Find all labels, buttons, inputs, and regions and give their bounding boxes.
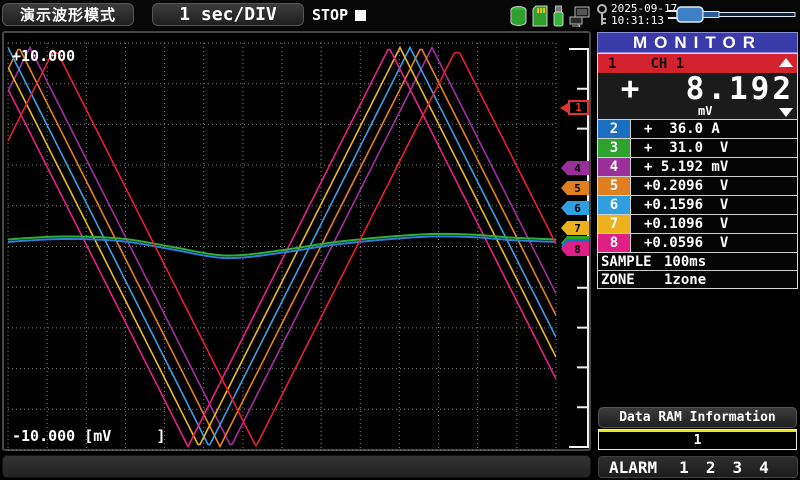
alarm-indicator-2: 2 — [706, 458, 716, 477]
channel-value: +0.0596 V — [631, 234, 797, 252]
record-status-label: STOP — [312, 6, 348, 24]
sample-label: SAMPLE — [601, 254, 652, 270]
channel-row-4[interactable]: 4+ 5.192 mV — [598, 157, 797, 176]
stop-square-icon — [355, 10, 366, 21]
sd-card-icon — [532, 5, 548, 27]
channel-number-badge: 2 — [598, 120, 631, 138]
timebase-label: 1 sec/DIV — [179, 4, 277, 25]
sample-value: 100ms — [664, 254, 706, 270]
selected-channel-number: 1 — [608, 56, 616, 72]
channel-value: +0.2096 V — [631, 177, 797, 195]
channel-number-badge: 4 — [598, 158, 631, 176]
mode-button[interactable]: 演示波形模式 — [2, 3, 134, 26]
channel-number-badge: 7 — [598, 215, 631, 233]
marker-arrow-ch1 — [560, 103, 568, 113]
alarm-numbers: 1234 — [679, 458, 769, 477]
data-ram-box: 1 — [598, 429, 797, 450]
device-screen: 演示波形模式 1 sec/DIV STOP — [0, 0, 800, 480]
alarm-bar: ALARM 1234 — [598, 456, 798, 478]
internal-memory-icon — [510, 5, 527, 27]
channel-value: + 31.0 V — [631, 139, 797, 157]
channel-number-badge: 6 — [598, 196, 631, 214]
monitor-title: MONITOR — [597, 32, 798, 53]
selected-channel-name: CH 1 — [650, 56, 684, 72]
selected-channel-value: + 8.192 — [602, 71, 794, 107]
channel-row-8[interactable]: 8+0.0596 V — [598, 233, 797, 252]
time-label: 10:31:13 — [611, 14, 664, 27]
channel-down-icon[interactable] — [779, 108, 793, 117]
key-lock-icon — [596, 4, 608, 27]
channel-value: + 5.192 mV — [631, 158, 797, 176]
monitor-channel-rows: 2+ 36.0 A3+ 31.0 V4+ 5.192 mV5+0.2096 V6… — [598, 119, 797, 252]
scale-bottom-label: -10.000 [mV ] — [12, 427, 166, 445]
sample-row: SAMPLE 100ms — [598, 252, 797, 270]
alarm-label: ALARM — [609, 458, 657, 477]
channel-row-2[interactable]: 2+ 36.0 A — [598, 119, 797, 138]
channel-row-5[interactable]: 5+0.2096 V — [598, 176, 797, 195]
alarm-indicator-1: 1 — [679, 458, 689, 477]
zone-row: ZONE 1zone — [598, 270, 797, 288]
bottom-status-bar — [2, 455, 591, 478]
data-ram-title: Data RAM Information — [598, 407, 797, 428]
mode-label: 演示波形模式 — [20, 4, 116, 25]
channel-number-badge: 3 — [598, 139, 631, 157]
network-icon — [569, 5, 591, 27]
alarm-indicator-3: 3 — [732, 458, 742, 477]
zone-label: ZONE — [601, 272, 635, 288]
zone-value: 1zone — [664, 272, 706, 288]
record-status: STOP — [312, 6, 366, 24]
waveform-panel — [2, 31, 591, 451]
timebase-button[interactable]: 1 sec/DIV — [152, 3, 304, 26]
channel-row-3[interactable]: 3+ 31.0 V — [598, 138, 797, 157]
monitor-panel: MONITOR 1 CH 1 + 8.192 mV 2+ 36.0 A3+ 31… — [597, 30, 798, 480]
top-status-bar: 演示波形模式 1 sec/DIV STOP — [0, 0, 800, 30]
selected-channel-value-display: + 8.192 mV — [598, 73, 797, 119]
channel-value: + 36.0 A — [631, 120, 797, 138]
status-icons — [510, 4, 608, 27]
channel-value: +0.1596 V — [631, 196, 797, 214]
monitor-block: 1 CH 1 + 8.192 mV 2+ 36.0 A3+ 31.0 V4+ 5… — [597, 53, 798, 289]
channel-marker-1[interactable]: 1 — [568, 100, 589, 115]
ac-power-icon — [667, 5, 798, 25]
selected-channel-unit: mV — [698, 104, 712, 118]
channel-value: +0.1096 V — [631, 215, 797, 233]
data-ram-highlight — [599, 430, 796, 432]
channel-row-6[interactable]: 6+0.1596 V — [598, 195, 797, 214]
usb-memory-icon — [553, 5, 564, 27]
channel-up-icon[interactable] — [779, 58, 793, 67]
channel-number-badge: 5 — [598, 177, 631, 195]
channel-number-badge: 8 — [598, 234, 631, 252]
data-ram-value: 1 — [599, 433, 796, 448]
alarm-indicator-4: 4 — [759, 458, 769, 477]
channel-row-7[interactable]: 7+0.1096 V — [598, 214, 797, 233]
scale-top-label: +10.000 — [12, 47, 75, 65]
